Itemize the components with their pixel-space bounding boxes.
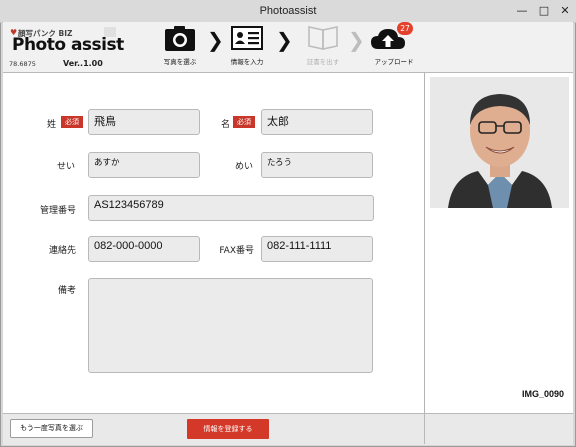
image-filename: IMG_0090 bbox=[522, 389, 565, 399]
book-icon bbox=[307, 26, 339, 50]
step-arrow-icon: ❯ bbox=[348, 28, 365, 52]
id-card-icon[interactable] bbox=[231, 26, 263, 50]
camera-icon[interactable] bbox=[164, 25, 196, 52]
mei-kana-label: めい bbox=[234, 162, 253, 172]
version-label: Ver..1.00 bbox=[63, 59, 103, 68]
step-arrow-icon: ❯ bbox=[207, 28, 224, 52]
mei-label: 名 bbox=[220, 120, 230, 130]
close-button[interactable]: ✕ bbox=[558, 4, 572, 18]
register-info-button[interactable]: 情報を登録する bbox=[187, 419, 269, 439]
minimize-button[interactable]: — bbox=[515, 4, 529, 18]
fax-input[interactable]: 082-111-1111 bbox=[261, 236, 373, 262]
step-enter-info[interactable]: 情報を入力 bbox=[212, 56, 282, 66]
mei-input[interactable]: 太郎 bbox=[261, 109, 373, 135]
maximize-button[interactable]: □ bbox=[537, 4, 551, 18]
step-select-photo[interactable]: 写真を選ぶ bbox=[145, 56, 215, 66]
step-arrow-icon: ❯ bbox=[276, 28, 293, 52]
step-upload[interactable]: アップロード bbox=[359, 56, 429, 66]
note-textarea[interactable] bbox=[88, 278, 373, 373]
logo-placeholder bbox=[104, 27, 116, 37]
sei-kana-label: せい bbox=[56, 162, 75, 172]
required-tag: 必須 bbox=[233, 116, 255, 128]
contact-input[interactable]: 082-000-0000 bbox=[88, 236, 200, 262]
brand-logo: Photo assist bbox=[12, 35, 124, 55]
step-output-cert: 証書を出す bbox=[306, 58, 340, 66]
portrait-photo bbox=[430, 77, 569, 208]
sei-label: 姓 bbox=[46, 120, 56, 130]
note-label: 備考 bbox=[57, 286, 76, 296]
window-title: Photoassist bbox=[259, 5, 317, 17]
fax-label: FAX番号 bbox=[219, 246, 254, 256]
contact-label: 連絡先 bbox=[48, 246, 76, 256]
required-tag: 必須 bbox=[61, 116, 83, 128]
mgmt-number-label: 管理番号 bbox=[39, 206, 76, 216]
sei-kana-input[interactable]: あすか bbox=[88, 152, 200, 178]
mgmt-number-input[interactable]: AS123456789 bbox=[88, 195, 374, 221]
sei-input[interactable]: 飛鳥 bbox=[88, 109, 200, 135]
divider bbox=[424, 413, 425, 444]
build-number: 78.6875 bbox=[9, 60, 36, 68]
reselect-photo-button[interactable]: もう一度写真を選ぶ bbox=[10, 419, 93, 438]
mei-kana-input[interactable]: たろう bbox=[261, 152, 373, 178]
upload-count-badge: 27 bbox=[397, 22, 413, 35]
